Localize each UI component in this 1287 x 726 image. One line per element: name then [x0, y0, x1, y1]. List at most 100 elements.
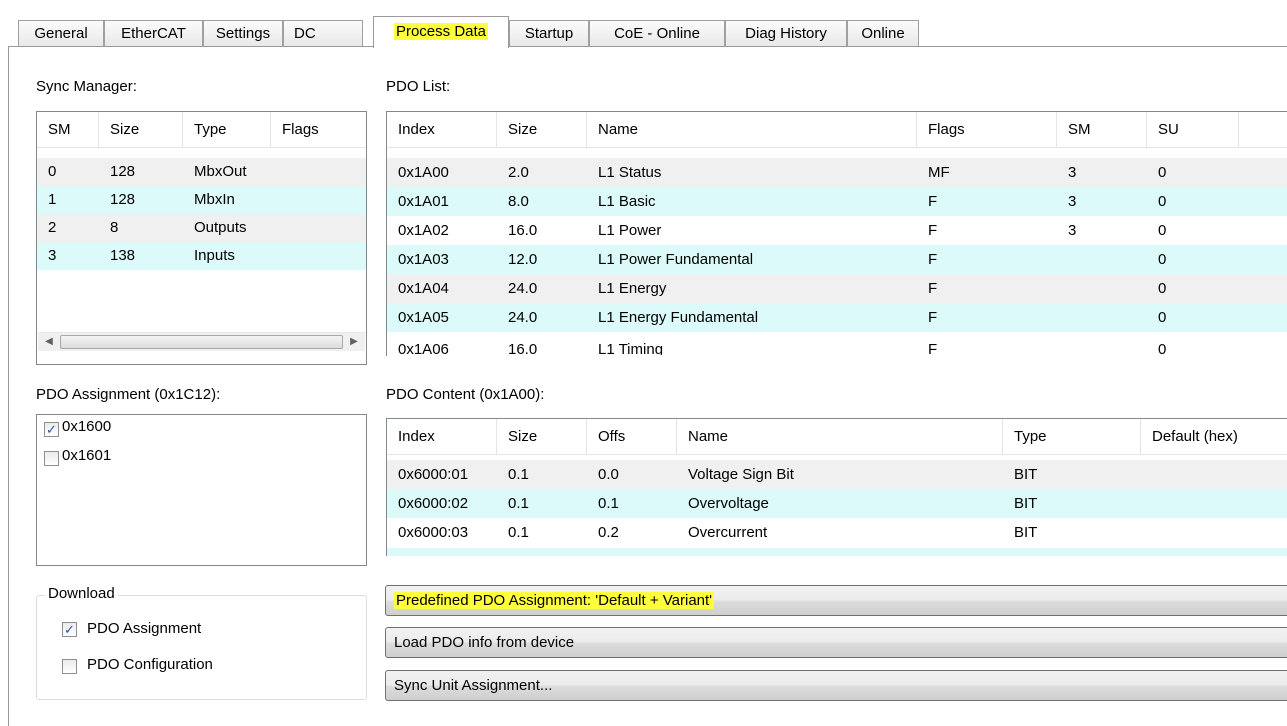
cell-sm: 3: [1068, 164, 1077, 181]
cell-size: 16.0: [508, 341, 538, 355]
table-row[interactable]: 3 138 Inputs: [37, 242, 366, 270]
tab-label: General: [34, 25, 88, 42]
column-header-flags[interactable]: Flags: [917, 112, 1057, 148]
cell-sm: [1057, 245, 1068, 274]
pdo-configuration-download-checkbox[interactable]: [62, 659, 77, 674]
cell-su: 0: [1158, 251, 1167, 268]
cell-flags: F: [928, 193, 938, 210]
predefined-pdo-assignment-button[interactable]: Predefined PDO Assignment: 'Default + Va…: [385, 585, 1287, 616]
pdo-assignment-download-checkbox[interactable]: ✓: [62, 622, 77, 637]
tab-online[interactable]: Online: [847, 20, 919, 47]
cell-index: 0x1A02: [398, 222, 449, 239]
cell-name: L1 Timing: [598, 341, 664, 355]
scroll-right-icon[interactable]: ▶: [345, 334, 363, 350]
table-row[interactable]: 0x1A04 24.0 L1 Energy F 0: [387, 274, 1287, 303]
column-header-default[interactable]: Default (hex): [1141, 419, 1287, 455]
tab-coe-online[interactable]: CoE - Online: [589, 20, 725, 47]
table-row[interactable]: 0x1A01 8.0 L1 Basic F 3 0: [387, 187, 1287, 216]
cell-size: 0.1: [508, 495, 529, 512]
cell-type: Inputs: [194, 247, 235, 264]
cell-sm: [1057, 274, 1068, 303]
table-row[interactable]: 0 128 MbxOut: [37, 158, 366, 186]
tab-ethercat[interactable]: EtherCAT: [104, 20, 203, 47]
table-row[interactable]: 2 8 Outputs: [37, 214, 366, 242]
column-header-name[interactable]: Name: [677, 419, 1003, 455]
cell-offs: 0.1: [598, 495, 619, 512]
horizontal-scrollbar[interactable]: ◀ ▶: [38, 332, 365, 351]
column-header-sm[interactable]: SM: [1057, 112, 1147, 148]
pdo-assignment-checkbox-0x1600[interactable]: ✓: [44, 422, 59, 437]
column-header-size[interactable]: Size: [497, 112, 587, 148]
load-pdo-info-button[interactable]: Load PDO info from device: [385, 627, 1287, 658]
column-header-size[interactable]: Size: [497, 419, 587, 455]
tab-label: DC: [294, 25, 316, 42]
table-row[interactable]: 0x6000:03 0.1 0.2 Overcurrent BIT: [387, 518, 1287, 547]
sync-manager-label: Sync Manager:: [36, 78, 137, 95]
cell-index: 0x1A00: [398, 164, 449, 181]
pdo-assignment-download-label[interactable]: PDO Assignment: [87, 620, 201, 637]
tab-label: Settings: [215, 25, 271, 42]
tab-process-data[interactable]: Process Data: [373, 16, 509, 48]
cell-size: 24.0: [508, 280, 538, 297]
tab-settings[interactable]: Settings: [203, 20, 283, 47]
column-header-su[interactable]: SU: [1147, 112, 1239, 148]
column-header-size[interactable]: Size: [99, 112, 183, 148]
table-row[interactable]: 1 128 MbxIn: [37, 186, 366, 214]
sync-manager-header: SM Size Type Flags: [37, 112, 366, 148]
pdo-list-label: PDO List:: [386, 78, 451, 95]
pdo-assignment-checkbox-0x1601[interactable]: [44, 451, 59, 466]
table-row[interactable]: 0x6000:01 0.1 0.0 Voltage Sign Bit BIT: [387, 460, 1287, 489]
column-header-type[interactable]: Type: [183, 112, 271, 148]
cell-su: 0: [1158, 164, 1167, 181]
scrollbar-thumb[interactable]: [60, 335, 343, 349]
table-row[interactable]: 0x1A05 24.0 L1 Energy Fundamental F 0: [387, 303, 1287, 332]
cell-name: L1 Basic: [598, 193, 656, 210]
column-header-offs[interactable]: Offs: [587, 419, 677, 455]
cell-offs: 0.0: [598, 466, 619, 483]
sync-manager-list[interactable]: SM Size Type Flags 0 128 MbxOut 1 128 Mb…: [36, 111, 367, 365]
cell-su: 0: [1158, 309, 1167, 326]
tab-label: Process Data: [393, 23, 489, 40]
sync-unit-assignment-button[interactable]: Sync Unit Assignment...: [385, 670, 1287, 701]
column-header-type[interactable]: Type: [1003, 419, 1141, 455]
tab-dc[interactable]: DC: [283, 20, 363, 47]
cell-name: L1 Energy: [598, 280, 667, 297]
scroll-left-icon[interactable]: ◀: [40, 334, 58, 350]
cell-size: 16.0: [508, 222, 538, 239]
cell-name: L1 Power: [598, 222, 662, 239]
cell-size: 24.0: [508, 309, 538, 326]
cell-size: 138: [110, 247, 136, 264]
cell-type: Outputs: [194, 219, 247, 236]
cell-index: 0x1A01: [398, 193, 449, 210]
table-row[interactable]: 0x6000:02 0.1 0.1 Overvoltage BIT: [387, 489, 1287, 518]
tab-diag-history[interactable]: Diag History: [725, 20, 847, 47]
list-item[interactable]: 0x1601: [59, 445, 111, 467]
table-row[interactable]: 0x1A03 12.0 L1 Power Fundamental F 0: [387, 245, 1287, 274]
cell-name: Overvoltage: [688, 495, 769, 512]
tab-label: Diag History: [745, 25, 827, 42]
pdo-list[interactable]: Index Size Name Flags SM SU 0x1A00 2.0 L…: [386, 111, 1287, 356]
table-row[interactable]: 0x1A02 16.0 L1 Power F 3 0: [387, 216, 1287, 245]
column-header-sm[interactable]: SM: [37, 112, 99, 148]
column-header-flags[interactable]: Flags: [271, 112, 366, 148]
list-item[interactable]: 0x1600: [59, 416, 111, 438]
cell-sm: 3: [1068, 193, 1077, 210]
tab-general[interactable]: General: [18, 20, 104, 47]
column-header-name[interactable]: Name: [587, 112, 917, 148]
cell-type: BIT: [1014, 524, 1038, 541]
tab-startup[interactable]: Startup: [509, 20, 589, 47]
cell-su: 0: [1158, 341, 1167, 355]
pdo-assignment-list[interactable]: ✓ 0x1600 0x1601: [36, 414, 367, 566]
column-header-index[interactable]: Index: [387, 419, 497, 455]
cell-size: 0.1: [508, 524, 529, 541]
cell-offs: 0.2: [598, 524, 619, 541]
table-row[interactable]: 0x1A06 16.0 L1 Timing F 0: [387, 332, 1287, 355]
table-row[interactable]: 0x1A00 2.0 L1 Status MF 3 0: [387, 158, 1287, 187]
tab-label: Online: [861, 25, 905, 42]
cell-size: 8.0: [508, 193, 529, 210]
pdo-configuration-download-label[interactable]: PDO Configuration: [87, 656, 213, 673]
cell-name: L1 Energy Fundamental: [598, 309, 759, 326]
pdo-content-list[interactable]: Index Size Offs Name Type Default (hex) …: [386, 418, 1287, 556]
column-header-index[interactable]: Index: [387, 112, 497, 148]
cell-sm: [1057, 303, 1068, 332]
